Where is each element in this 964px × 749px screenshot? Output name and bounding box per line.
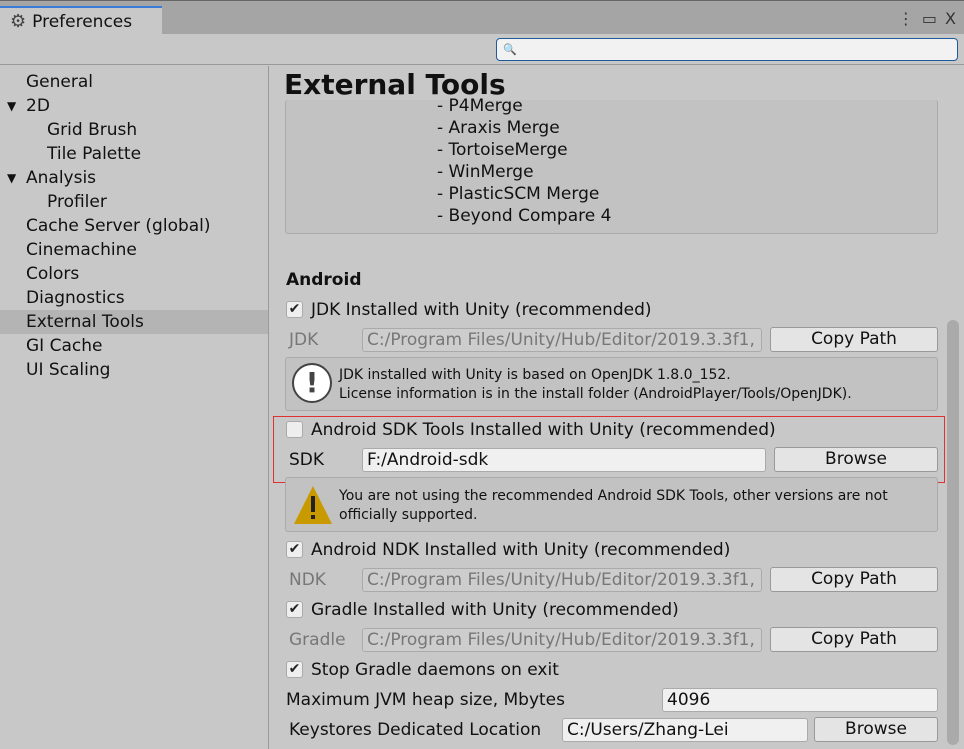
ndk-checkbox-label: Android NDK Installed with Unity (recomm…	[311, 540, 731, 560]
sidebar-item-general[interactable]: General	[0, 70, 268, 94]
more-icon[interactable]: ⋮	[898, 9, 914, 28]
search-icon: 🔍	[503, 43, 517, 56]
expand-triangle-icon[interactable]: ▼	[7, 94, 16, 118]
sidebar: General ▼ 2D Grid Brush Tile Palette ▼ Analysi…	[0, 66, 269, 749]
stop-gradle-checkbox[interactable]: ✔	[286, 661, 303, 678]
sidebar-item-tile-palette[interactable]: Tile Palette	[0, 142, 268, 166]
maximize-icon[interactable]: ▭	[922, 9, 937, 28]
sidebar-item-label: Tile Palette	[47, 144, 142, 164]
jdk-info-line1: JDK installed with Unity is based on Ope…	[339, 367, 731, 383]
sidebar-item-label: External Tools	[26, 312, 144, 332]
merge-tools-list	[285, 100, 938, 234]
jdk-checkbox[interactable]: ✔	[286, 301, 303, 318]
ndk-copy-path-button[interactable]: Copy Path	[770, 567, 938, 592]
expand-triangle-icon[interactable]: ▼	[7, 166, 16, 190]
sdk-warning-box: You are not using the recommended Androi…	[285, 477, 938, 532]
keystores-label: Keystores Dedicated Location	[289, 720, 542, 740]
scrollbar-thumb[interactable]	[947, 320, 959, 745]
sidebar-item-external-tools[interactable]: External Tools	[0, 310, 268, 334]
gradle-checkbox[interactable]: ✔	[286, 601, 303, 618]
jdk-copy-path-button[interactable]: Copy Path	[770, 327, 938, 352]
jdk-path-field[interactable]: C:/Program Files/Unity/Hub/Editor/2019.3…	[362, 328, 762, 352]
sidebar-item-analysis[interactable]: ▼ Analysis	[0, 166, 268, 190]
ndk-checkbox[interactable]: ✔	[286, 541, 303, 558]
sidebar-item-label: UI Scaling	[26, 360, 111, 380]
merge-tool-item: - WinMerge	[437, 162, 534, 182]
android-heading: Android	[286, 270, 362, 290]
sidebar-item-diagnostics[interactable]: Diagnostics	[0, 286, 268, 310]
sidebar-item-ui-scaling[interactable]: UI Scaling	[0, 358, 268, 382]
merge-tool-item: - Beyond Compare 4	[437, 206, 612, 226]
sidebar-item-grid-brush[interactable]: Grid Brush	[0, 118, 268, 142]
sidebar-item-label: Cinemachine	[26, 240, 137, 260]
sidebar-item-2d[interactable]: ▼ 2D	[0, 94, 268, 118]
sdk-path-field[interactable]: F:/Android-sdk	[362, 448, 766, 472]
tab-title: Preferences	[32, 11, 133, 32]
sdk-checkbox[interactable]	[286, 421, 303, 438]
tab-preferences[interactable]: ⚙ Preferences	[0, 6, 162, 35]
merge-tool-item: - Araxis Merge	[437, 118, 560, 138]
keystores-browse-button[interactable]: Browse	[814, 717, 938, 742]
sidebar-item-profiler[interactable]: Profiler	[0, 190, 268, 214]
sidebar-item-label: Diagnostics	[26, 288, 125, 308]
gradle-checkbox-label: Gradle Installed with Unity (recommended…	[311, 600, 679, 620]
sdk-warning-line2: officially supported.	[339, 507, 478, 523]
jdk-info-line2: License information is in the install fo…	[339, 386, 852, 402]
keystores-field[interactable]: C:/Users/Zhang-Lei	[562, 718, 808, 742]
sidebar-item-label: Analysis	[26, 168, 97, 188]
tab-bar: ⚙ Preferences ⋮ ▭ X	[0, 0, 964, 35]
jdk-label: JDK	[289, 330, 319, 350]
ndk-path-field[interactable]: C:/Program Files/Unity/Hub/Editor/2019.3…	[362, 568, 762, 592]
sidebar-item-label: Profiler	[47, 192, 107, 212]
sdk-label: SDK	[289, 450, 325, 470]
merge-tool-item: - P4Merge	[437, 96, 523, 116]
sdk-checkbox-label: Android SDK Tools Installed with Unity (…	[311, 420, 776, 440]
sidebar-item-label: Colors	[26, 264, 80, 284]
close-icon[interactable]: X	[945, 9, 956, 28]
sidebar-item-label: GI Cache	[26, 336, 103, 356]
sidebar-item-cache-server-global[interactable]: Cache Server (global)	[0, 214, 268, 238]
gear-icon: ⚙	[10, 11, 27, 32]
sidebar-item-colors[interactable]: Colors	[0, 262, 268, 286]
jvm-heap-label: Maximum JVM heap size, Mbytes	[286, 690, 565, 710]
stop-gradle-label: Stop Gradle daemons on exit	[311, 660, 559, 680]
merge-tool-item: - TortoiseMerge	[437, 140, 568, 160]
sidebar-item-label: Cache Server (global)	[26, 216, 211, 236]
merge-tool-item: - PlasticSCM Merge	[437, 184, 600, 204]
search-input[interactable]: 🔍	[496, 38, 958, 61]
gradle-label: Gradle	[289, 630, 346, 650]
sidebar-item-label: 2D	[26, 96, 50, 116]
sdk-warning-line1: You are not using the recommended Androi…	[339, 488, 888, 504]
gradle-path-field[interactable]: C:/Program Files/Unity/Hub/Editor/2019.3…	[362, 628, 762, 652]
sidebar-item-label: General	[26, 72, 93, 92]
jdk-checkbox-label: JDK Installed with Unity (recommended)	[311, 300, 652, 320]
gradle-copy-path-button[interactable]: Copy Path	[770, 627, 938, 652]
jdk-info-box: ! JDK installed with Unity is based on O…	[285, 357, 938, 411]
warning-icon	[294, 486, 332, 524]
ndk-label: NDK	[289, 570, 326, 590]
info-icon: !	[292, 363, 332, 403]
sidebar-item-label: Grid Brush	[47, 120, 138, 140]
jvm-heap-field[interactable]: 4096	[662, 688, 938, 712]
sidebar-item-gi-cache[interactable]: GI Cache	[0, 334, 268, 358]
sdk-browse-button[interactable]: Browse	[774, 447, 938, 472]
sidebar-item-cinemachine[interactable]: Cinemachine	[0, 238, 268, 262]
